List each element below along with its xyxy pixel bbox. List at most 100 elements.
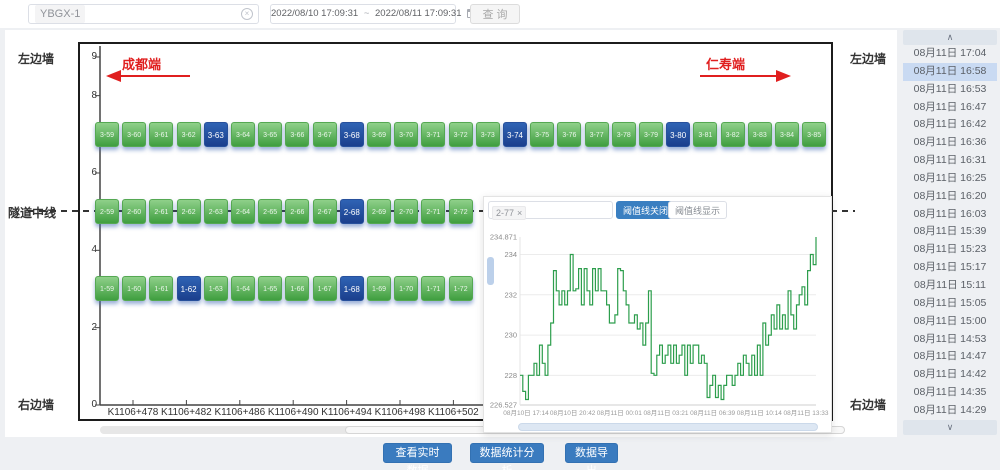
- sensor-tile-2-71[interactable]: 2-71: [421, 199, 445, 224]
- sensor-tile-2-63[interactable]: 2-63: [204, 199, 228, 224]
- date-end: 2022/08/11 17:09:31: [375, 8, 461, 19]
- time-list-item[interactable]: 08月11日 15:39: [903, 223, 997, 241]
- sensor-tile-1-62[interactable]: 1-62: [177, 276, 201, 301]
- sensor-tile-2-59[interactable]: 2-59: [95, 199, 119, 224]
- y-tick-6: 6: [83, 167, 97, 178]
- sensor-tile-3-60[interactable]: 3-60: [122, 122, 146, 147]
- sensor-tile-3-71[interactable]: 3-71: [421, 122, 445, 147]
- sensor-tile-3-68[interactable]: 3-68: [340, 122, 364, 147]
- sensor-tile-1-69[interactable]: 1-69: [367, 276, 391, 301]
- time-list-item[interactable]: 08月11日 15:17: [903, 259, 997, 277]
- time-list-item[interactable]: 08月11日 16:53: [903, 81, 997, 99]
- sensor-tile-3-77[interactable]: 3-77: [585, 122, 609, 147]
- sensor-tile-3-61[interactable]: 3-61: [149, 122, 173, 147]
- time-list-item[interactable]: 08月11日 16:03: [903, 206, 997, 224]
- time-list-item[interactable]: 08月11日 16:31: [903, 152, 997, 170]
- chart-x-tick: 08月10日 17:14: [503, 409, 549, 417]
- sensor-tile-2-61[interactable]: 2-61: [149, 199, 173, 224]
- time-list-item[interactable]: 08月11日 17:04: [903, 45, 997, 63]
- sensor-tile-2-68[interactable]: 2-68: [340, 199, 364, 224]
- sensor-tile-1-72[interactable]: 1-72: [449, 276, 473, 301]
- x-tick-K1106+498: K1106+498: [370, 407, 430, 418]
- x-tick-K1106+486: K1106+486: [210, 407, 270, 418]
- sensor-tile-3-63[interactable]: 3-63: [204, 122, 228, 147]
- sensor-tile-1-63[interactable]: 1-63: [204, 276, 228, 301]
- topbar: YBGX-1 × 2022/08/10 17:09:31 ~ 2022/08/1…: [0, 0, 1000, 28]
- query-button[interactable]: 查 询: [470, 4, 520, 24]
- sensor-tile-3-65[interactable]: 3-65: [258, 122, 282, 147]
- sensor-tile-3-69[interactable]: 3-69: [367, 122, 391, 147]
- time-list-item[interactable]: 08月11日 16:58: [903, 63, 997, 81]
- x-tick-K1106+490: K1106+490: [263, 407, 323, 418]
- sensor-tile-1-68[interactable]: 1-68: [340, 276, 364, 301]
- y-tick-8: 8: [83, 90, 97, 101]
- sensor-tile-3-78[interactable]: 3-78: [612, 122, 636, 147]
- sensor-tile-2-66[interactable]: 2-66: [285, 199, 309, 224]
- sensor-tile-2-64[interactable]: 2-64: [231, 199, 255, 224]
- sensor-tile-1-66[interactable]: 1-66: [285, 276, 309, 301]
- sensor-tile-1-64[interactable]: 1-64: [231, 276, 255, 301]
- sensor-tile-1-70[interactable]: 1-70: [394, 276, 418, 301]
- scroll-down-button[interactable]: ∨: [903, 420, 997, 435]
- scroll-up-button[interactable]: ∧: [903, 30, 997, 45]
- date-range-picker[interactable]: 2022/08/10 17:09:31 ~ 2022/08/11 17:09:3…: [270, 4, 456, 24]
- sensor-tile-1-65[interactable]: 1-65: [258, 276, 282, 301]
- sensor-tile-3-83[interactable]: 3-83: [748, 122, 772, 147]
- sensor-tile-2-60[interactable]: 2-60: [122, 199, 146, 224]
- sensor-tile-3-84[interactable]: 3-84: [775, 122, 799, 147]
- sensor-tile-3-73[interactable]: 3-73: [476, 122, 500, 147]
- time-list-item[interactable]: 08月11日 16:25: [903, 170, 997, 188]
- sensor-tile-1-71[interactable]: 1-71: [421, 276, 445, 301]
- station-select[interactable]: YBGX-1 ×: [28, 4, 259, 24]
- sensor-tile-2-69[interactable]: 2-69: [367, 199, 391, 224]
- sensor-tile-2-70[interactable]: 2-70: [394, 199, 418, 224]
- data-statistics-button[interactable]: 数据统计分析: [470, 443, 544, 463]
- time-list-item[interactable]: 08月11日 14:29: [903, 402, 997, 420]
- sensor-tile-2-67[interactable]: 2-67: [313, 199, 337, 224]
- x-tick-K1106+502: K1106+502: [423, 407, 483, 418]
- view-realtime-data-button[interactable]: 查看实时数据: [383, 443, 452, 463]
- sensor-tile-1-59[interactable]: 1-59: [95, 276, 119, 301]
- clear-icon[interactable]: ×: [241, 8, 253, 20]
- data-export-button[interactable]: 数据导出: [565, 443, 618, 463]
- sensor-tile-1-61[interactable]: 1-61: [149, 276, 173, 301]
- sensor-tile-3-64[interactable]: 3-64: [231, 122, 255, 147]
- time-list-item[interactable]: 08月11日 15:00: [903, 313, 997, 331]
- sensor-tile-3-70[interactable]: 3-70: [394, 122, 418, 147]
- sensor-tile-3-62[interactable]: 3-62: [177, 122, 201, 147]
- time-list-item[interactable]: 08月11日 15:11: [903, 277, 997, 295]
- sensor-tile-1-67[interactable]: 1-67: [313, 276, 337, 301]
- time-list-item[interactable]: 08月11日 16:47: [903, 99, 997, 117]
- chart-x-tick: 08月11日 10:14: [737, 409, 782, 417]
- sensor-tile-2-72[interactable]: 2-72: [449, 199, 473, 224]
- date-start: 2022/08/10 17:09:31: [271, 8, 358, 19]
- time-list-item[interactable]: 08月11日 15:23: [903, 241, 997, 259]
- time-list-item[interactable]: 08月11日 16:20: [903, 188, 997, 206]
- sensor-tile-2-65[interactable]: 2-65: [258, 199, 282, 224]
- time-list-item[interactable]: 08月11日 16:42: [903, 116, 997, 134]
- time-list-item[interactable]: 08月11日 14:47: [903, 348, 997, 366]
- sensor-tile-3-66[interactable]: 3-66: [285, 122, 309, 147]
- sensor-tile-1-60[interactable]: 1-60: [122, 276, 146, 301]
- sensor-tile-3-72[interactable]: 3-72: [449, 122, 473, 147]
- sensor-tile-3-82[interactable]: 3-82: [721, 122, 745, 147]
- sensor-tile-3-85[interactable]: 3-85: [802, 122, 826, 147]
- time-list-item[interactable]: 08月11日 16:36: [903, 134, 997, 152]
- sensor-tile-3-67[interactable]: 3-67: [313, 122, 337, 147]
- sensor-tile-3-74[interactable]: 3-74: [503, 122, 527, 147]
- sensor-tile-2-62[interactable]: 2-62: [177, 199, 201, 224]
- chart-datazoom-bar[interactable]: [518, 423, 818, 431]
- time-list-item[interactable]: 08月11日 15:05: [903, 295, 997, 313]
- chart-vertical-zoom-handle[interactable]: [487, 257, 494, 285]
- chengdu-end-label: 成都端: [122, 54, 161, 73]
- time-list-item[interactable]: 08月11日 14:35: [903, 384, 997, 402]
- sensor-tile-3-79[interactable]: 3-79: [639, 122, 663, 147]
- time-list-item[interactable]: 08月11日 14:53: [903, 331, 997, 349]
- sensor-tile-3-75[interactable]: 3-75: [530, 122, 554, 147]
- sensor-tile-3-80[interactable]: 3-80: [666, 122, 690, 147]
- chart-y-tick: 232: [504, 290, 517, 299]
- sensor-tile-3-81[interactable]: 3-81: [693, 122, 717, 147]
- time-list-item[interactable]: 08月11日 14:42: [903, 366, 997, 384]
- sensor-tile-3-76[interactable]: 3-76: [557, 122, 581, 147]
- sensor-tile-3-59[interactable]: 3-59: [95, 122, 119, 147]
